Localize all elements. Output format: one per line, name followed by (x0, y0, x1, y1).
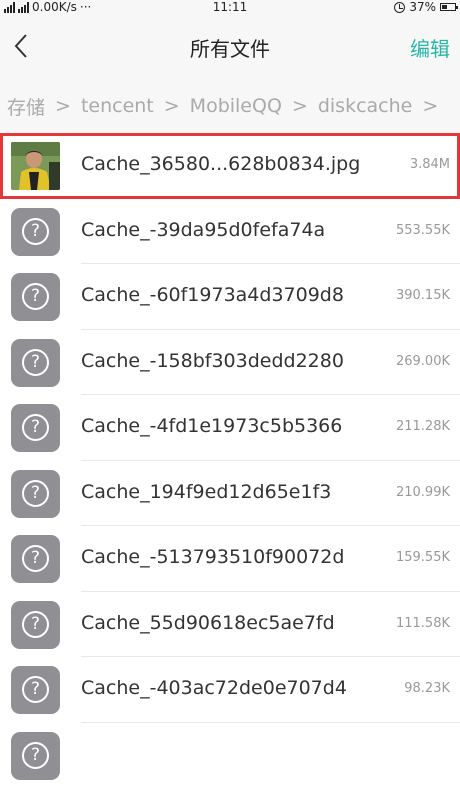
status-time: 11:11 (0, 0, 460, 14)
battery-percent: 37% (409, 0, 436, 14)
breadcrumb-separator: > (55, 95, 71, 117)
unknown-file-icon: ? (11, 732, 60, 780)
question-mark-icon: ? (22, 218, 49, 245)
edit-button[interactable]: 编辑 (410, 33, 450, 62)
file-item-selected[interactable]: Cache_36580...628b0834.jpg 3.84M (0, 133, 460, 199)
breadcrumb-separator: > (422, 95, 438, 117)
question-mark-icon: ? (22, 283, 49, 310)
question-mark-icon: ? (22, 676, 49, 703)
question-mark-icon: ? (22, 480, 49, 507)
breadcrumb-item-storage[interactable]: 存储 (7, 93, 45, 120)
unknown-file-icon: ? (11, 535, 60, 583)
file-size: 269.00K (396, 354, 450, 369)
status-right: 37% (394, 0, 456, 14)
breadcrumb-separator: > (292, 95, 308, 117)
file-item[interactable]: ? Cache_-403ac72de0e707d4 98.23K (0, 657, 460, 723)
file-name: Cache_-60f1973a4d3709d8 (81, 284, 344, 306)
file-name: Cache_-158bf303dedd2280 (81, 350, 344, 372)
unknown-file-icon: ? (11, 273, 60, 321)
file-size: 3.84M (410, 157, 450, 172)
file-size: 98.23K (404, 681, 450, 696)
file-size: 211.28K (396, 419, 450, 434)
question-mark-icon: ? (22, 545, 49, 572)
question-mark-icon: ? (22, 611, 49, 638)
file-name: Cache_-39da95d0fefa74a (81, 219, 325, 241)
breadcrumb: 存储 > tencent > MobileQQ > diskcache > (0, 78, 460, 134)
file-item[interactable]: ? Cache_55d90618ec5ae7fd 111.58K (0, 592, 460, 658)
file-list: Cache_36580...628b0834.jpg 3.84M ? Cache… (0, 133, 460, 788)
unknown-file-icon: ? (11, 601, 60, 649)
file-item[interactable]: ? Cache_-39da95d0fefa74a 553.55K (0, 199, 460, 265)
file-name: Cache_-403ac72de0e707d4 (81, 677, 347, 699)
file-name: Cache_194f9ed12d65e1f3 (81, 481, 331, 503)
file-size: 553.55K (396, 223, 450, 238)
unknown-file-icon: ? (11, 470, 60, 518)
nav-bar: 所有文件 编辑 (0, 16, 460, 76)
file-item[interactable]: ? Cache_-60f1973a4d3709d8 390.15K (0, 264, 460, 330)
file-name: Cache_36580...628b0834.jpg (81, 153, 360, 175)
file-item[interactable]: ? Cache_-4fd1e1973c5b5366 211.28K (0, 395, 460, 461)
file-size: 159.55K (396, 550, 450, 565)
breadcrumb-separator: > (164, 95, 180, 117)
alarm-icon (394, 2, 405, 13)
breadcrumb-item-tencent[interactable]: tencent (81, 95, 154, 117)
file-item[interactable]: ? Cache_194f9ed12d65e1f3 210.99K (0, 461, 460, 527)
file-name: Cache_-4fd1e1973c5b5366 (81, 415, 342, 437)
question-mark-icon: ? (22, 349, 49, 376)
page-title: 所有文件 (0, 33, 460, 62)
unknown-file-icon: ? (11, 339, 60, 387)
breadcrumb-item-diskcache[interactable]: diskcache (318, 95, 413, 117)
file-item-partial[interactable]: ? (0, 723, 460, 788)
file-name: Cache_55d90618ec5ae7fd (81, 612, 335, 634)
file-item[interactable]: ? Cache_-158bf303dedd2280 269.00K (0, 330, 460, 396)
status-bar: 0.00K/s ··· 11:11 37% (0, 0, 460, 16)
battery-icon (440, 3, 456, 11)
image-thumbnail (11, 142, 60, 190)
question-mark-icon: ? (22, 742, 49, 769)
file-size: 390.15K (396, 288, 450, 303)
file-size: 111.58K (396, 616, 450, 631)
breadcrumb-item-mobileqq[interactable]: MobileQQ (190, 95, 282, 117)
file-item[interactable]: ? Cache_-513793510f90072d 159.55K (0, 526, 460, 592)
photo-thumbnail-icon (11, 142, 60, 190)
file-size: 210.99K (396, 485, 450, 500)
file-name: Cache_-513793510f90072d (81, 546, 344, 568)
unknown-file-icon: ? (11, 666, 60, 714)
unknown-file-icon: ? (11, 404, 60, 452)
question-mark-icon: ? (22, 414, 49, 441)
unknown-file-icon: ? (11, 208, 60, 256)
